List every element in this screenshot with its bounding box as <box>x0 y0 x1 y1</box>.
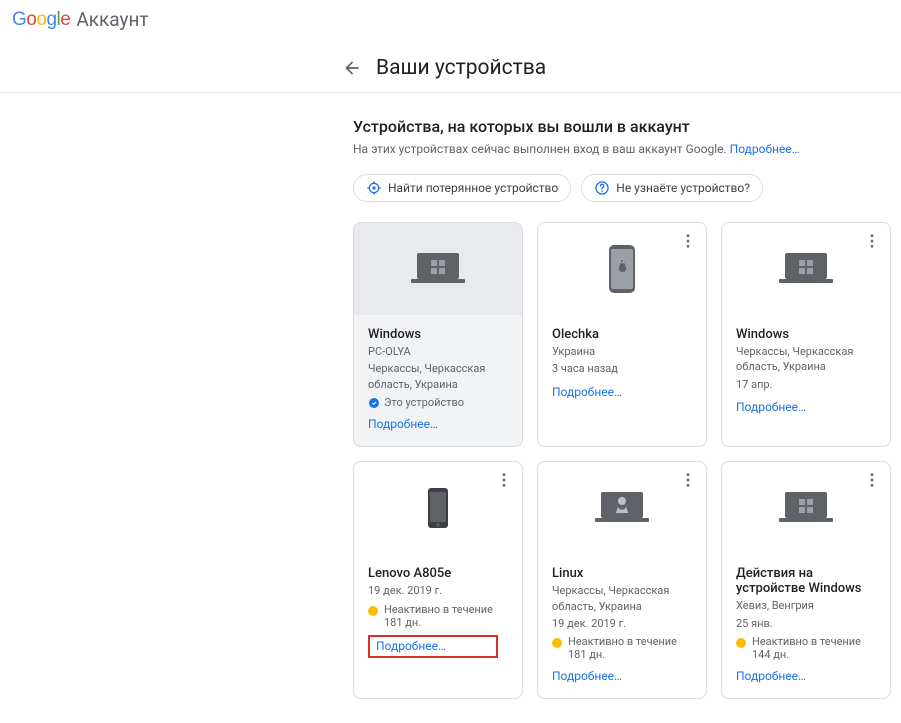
device-card[interactable]: Lenovo A805e 19 дек. 2019 г. Неактивно в т… <box>353 461 523 699</box>
action-chips: Найти потерянное устройство Не узнаёте у… <box>353 174 893 202</box>
device-card-body: Linux Черкассы, Черкасская область, Украи… <box>538 554 706 698</box>
product-label: Аккаунт <box>76 8 148 31</box>
device-card-body: Windows PC-OLYA Черкассы, Черкасская облас… <box>354 315 522 446</box>
section-title: Устройства, на которых вы вошли в аккаун… <box>353 117 893 136</box>
device-activity: 25 янв. <box>736 616 876 631</box>
device-card-body: Lenovo A805e 19 дек. 2019 г. Неактивно в т… <box>354 554 522 698</box>
more-vert-icon <box>863 471 881 489</box>
device-card[interactable]: Действия на устройстве Windows Хевиз, Вен… <box>721 461 891 699</box>
more-vert-icon <box>679 471 697 489</box>
device-grid: Windows PC-OLYA Черкассы, Черкасская облас… <box>353 222 893 699</box>
this-device-indicator: Это устройство <box>368 396 508 409</box>
device-card-body: Olechka Украина 3 часа назад Подробнее… <box>538 315 706 446</box>
check-circle-icon <box>368 397 380 409</box>
warning-dot-icon <box>368 606 378 616</box>
device-card-top <box>354 223 522 315</box>
section-more-link[interactable]: Подробнее… <box>730 142 800 156</box>
device-card-top <box>538 223 706 315</box>
device-name: Lenovo A805e <box>368 566 508 581</box>
device-more-link[interactable]: Подробнее… <box>736 669 806 683</box>
device-location: Черкассы, Черкасская область, Украина <box>552 583 692 614</box>
find-device-label: Найти потерянное устройство <box>388 181 558 195</box>
top-bar: Google Аккаунт <box>0 0 901 40</box>
device-menu-button[interactable] <box>676 229 700 253</box>
windows-laptop-icon <box>779 251 833 287</box>
device-location: Черкассы, Черкасская область, Украина <box>736 344 876 375</box>
device-menu-button[interactable] <box>860 468 884 492</box>
device-card-top <box>722 462 890 554</box>
more-vert-icon <box>863 232 881 250</box>
device-name: Linux <box>552 566 692 581</box>
arrow-left-icon <box>342 58 362 78</box>
device-menu-button[interactable] <box>860 229 884 253</box>
device-card-body: Действия на устройстве Windows Хевиз, Вен… <box>722 554 890 698</box>
device-more-link[interactable]: Подробнее… <box>368 417 438 431</box>
warning-dot-icon <box>736 638 746 648</box>
inactive-indicator: Неактивно в течение 181 дн. <box>368 603 508 629</box>
google-logo: Google <box>12 9 70 31</box>
unrecognized-device-chip[interactable]: Не узнаёте устройство? <box>581 174 763 202</box>
device-card[interactable]: Linux Черкассы, Черкасская область, Украи… <box>537 461 707 699</box>
device-location: Украина <box>552 344 692 359</box>
inactive-text: Неактивно в течение 181 дн. <box>384 603 508 629</box>
device-name: Olechka <box>552 327 692 342</box>
device-activity: 19 дек. 2019 г. <box>368 583 508 598</box>
target-icon <box>366 180 382 196</box>
find-device-chip[interactable]: Найти потерянное устройство <box>353 174 571 202</box>
device-activity: 17 апр. <box>736 377 876 392</box>
device-location: Хевиз, Венгрия <box>736 598 876 613</box>
windows-laptop-icon <box>779 490 833 526</box>
more-vert-icon <box>495 471 513 489</box>
more-vert-icon <box>679 232 697 250</box>
device-location: Черкассы, Черкасская область, Украина <box>368 361 508 392</box>
highlighted-more-box: Подробнее… <box>368 635 498 658</box>
device-card-top <box>538 462 706 554</box>
iphone-icon <box>608 244 636 294</box>
device-activity: 3 часа назад <box>552 361 692 376</box>
device-more-link[interactable]: Подробнее… <box>552 385 622 399</box>
device-activity: 19 дек. 2019 г. <box>552 616 692 631</box>
help-icon <box>594 180 610 196</box>
device-more-link[interactable]: Подробнее… <box>736 400 806 414</box>
section-description: На этих устройствах сейчас выполнен вход… <box>353 142 893 156</box>
back-button[interactable] <box>340 56 364 80</box>
windows-laptop-icon <box>411 251 465 287</box>
inactive-text: Неактивно в течение 181 дн. <box>568 635 692 661</box>
page-title: Ваши устройства <box>376 56 546 80</box>
device-more-link[interactable]: Подробнее… <box>552 669 622 683</box>
device-card-top <box>722 223 890 315</box>
device-card[interactable]: Olechka Украина 3 часа назад Подробнее… <box>537 222 707 447</box>
unrecognized-label: Не узнаёте устройство? <box>616 181 750 195</box>
device-subtitle: PC-OLYA <box>368 344 508 359</box>
device-card-top <box>354 462 522 554</box>
device-name: Windows <box>736 327 876 342</box>
device-more-link[interactable]: Подробнее… <box>376 639 446 653</box>
linux-laptop-icon <box>595 490 649 526</box>
device-name: Действия на устройстве Windows <box>736 566 876 596</box>
device-card-body: Windows Черкассы, Черкасская область, Укр… <box>722 315 890 446</box>
android-phone-icon <box>427 487 449 529</box>
device-menu-button[interactable] <box>492 468 516 492</box>
inactive-indicator: Неактивно в течение 181 дн. <box>552 635 692 661</box>
device-card[interactable]: Windows PC-OLYA Черкассы, Черкасская облас… <box>353 222 523 447</box>
section-desc-text: На этих устройствах сейчас выполнен вход… <box>353 142 727 156</box>
device-name: Windows <box>368 327 508 342</box>
device-card[interactable]: Windows Черкассы, Черкасская область, Укр… <box>721 222 891 447</box>
device-menu-button[interactable] <box>676 468 700 492</box>
main-content: Устройства, на которых вы вошли в аккаун… <box>345 93 901 723</box>
page-header: Ваши устройства <box>0 40 901 93</box>
warning-dot-icon <box>552 638 562 648</box>
